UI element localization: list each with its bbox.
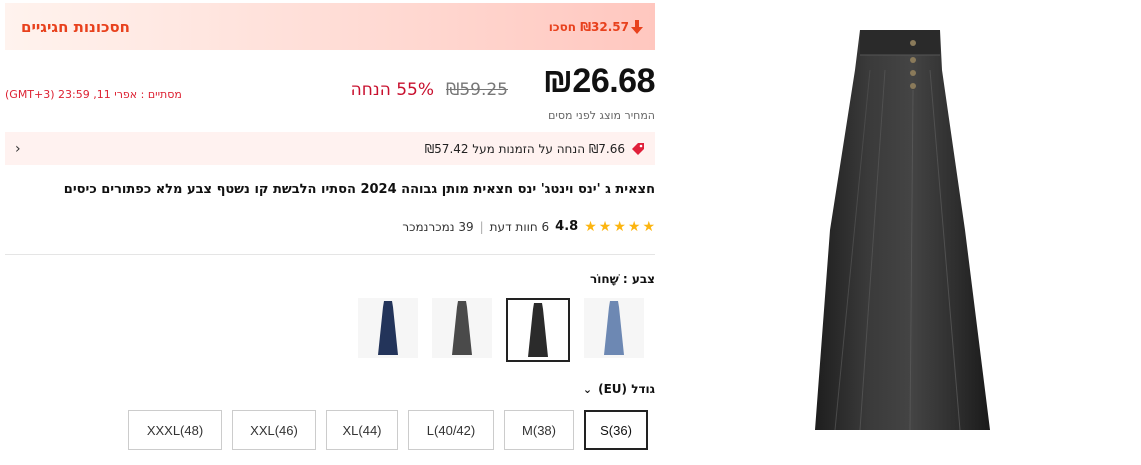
size-option[interactable]: XL(44)	[326, 410, 398, 450]
star-icon: ★	[613, 218, 626, 235]
coupon-text: ₪7.66 הנחה על הזמנות מעל ₪57.42	[424, 141, 625, 156]
separator: |	[479, 219, 484, 234]
color-swatch-light-blue[interactable]	[584, 298, 644, 358]
current-price: ₪26.68	[542, 62, 656, 100]
chevron-down-icon: ⌄	[582, 382, 593, 396]
color-swatch-black[interactable]	[506, 298, 570, 362]
star-icon: ★	[598, 218, 612, 235]
skirt-thumbnail-icon	[528, 303, 548, 357]
color-swatches	[358, 298, 644, 362]
down-arrow-icon	[631, 19, 643, 34]
coupon-strip[interactable]: › ₪7.66 הנחה על הזמנות מעל ₪57.42	[5, 132, 655, 165]
star-rating[interactable]: ★ ★ ★ ★ ★	[584, 220, 655, 234]
promo-banner[interactable]: חסכונות חגיגיים ₪32.57 חסכו	[5, 3, 655, 50]
sale-ends-text: מסתיים : אפרי 11, 23:59 (GMT+3)	[5, 88, 182, 101]
size-label: גודל (EU)	[598, 382, 655, 396]
price-tag-icon	[632, 142, 644, 155]
product-title: חצאית ג 'ינס וינטג' ינס חצאית מותן גבוהה…	[63, 182, 655, 197]
skirt-thumbnail-icon	[378, 301, 398, 355]
skirt-thumbnail-icon	[452, 301, 472, 355]
size-option[interactable]: S(36)	[584, 410, 648, 450]
star-icon: ★	[584, 218, 597, 235]
original-price: ₪59.25	[446, 80, 508, 100]
size-option[interactable]: XXXL(48)	[128, 410, 222, 450]
promo-title: חסכונות חגיגיים	[21, 17, 130, 36]
tax-note: המחיר מוצג לפני מסים	[548, 109, 655, 122]
size-label-row[interactable]: גודל (EU) ⌄	[583, 382, 655, 396]
color-label: צבע : שָׁחוֹר	[590, 272, 655, 286]
product-info-panel: חסכונות חגיגיים ₪32.57 חסכו ₪26.68 ₪59.2…	[5, 0, 656, 465]
divider	[5, 254, 655, 255]
coupon-content: ₪7.66 הנחה על הזמנות מעל ₪57.42	[425, 142, 645, 156]
discount-percent: 55% הנחה	[350, 80, 434, 100]
size-options: S(36) M(38) L(40/42) XL(44) XXL(46) XXXL…	[128, 410, 648, 450]
ratings-row: ★ ★ ★ ★ ★ 4.8 6 חוות דעת | 39 נמכרנמכר	[402, 219, 655, 234]
chevron-right-icon: ›	[15, 140, 21, 157]
sold-count: 39 נמכרנמכר	[402, 219, 474, 234]
product-image[interactable]	[790, 10, 990, 460]
skirt-thumbnail-icon	[604, 301, 624, 355]
promo-savings: ₪32.57 חסכו	[548, 19, 643, 34]
rating-value: 4.8	[555, 219, 579, 234]
star-icon: ★	[642, 218, 655, 235]
price-row: ₪26.68 ₪59.25 55% הנחה מסתיים : אפרי 11,…	[5, 62, 656, 107]
promo-savings-text: ₪32.57 חסכו	[548, 19, 629, 34]
star-icon: ★	[627, 218, 641, 235]
review-count[interactable]: 6 חוות דעת	[490, 220, 549, 234]
color-swatch-gray[interactable]	[432, 298, 492, 358]
size-option[interactable]: L(40/42)	[408, 410, 494, 450]
size-option[interactable]: M(38)	[504, 410, 574, 450]
size-option[interactable]: XXL(46)	[232, 410, 316, 450]
color-swatch-dark-blue[interactable]	[358, 298, 418, 358]
